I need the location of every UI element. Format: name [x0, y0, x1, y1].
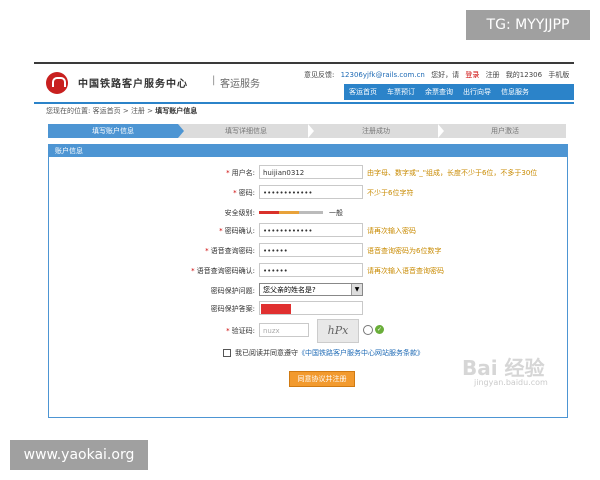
panel-title: 账户信息 — [49, 145, 567, 157]
breadcrumb-current: 填写账户信息 — [155, 107, 198, 115]
row-query-password: * 语音查询密码: •••••• 语音查询密码为6位数字 — [49, 243, 567, 259]
captcha-input[interactable]: nuzx — [259, 323, 309, 337]
query-password-label: * 语音查询密码: — [205, 247, 255, 255]
agree-checkbox[interactable] — [223, 349, 231, 357]
top-divider — [34, 62, 574, 64]
nav-item-booking[interactable]: 车票预订 — [382, 84, 420, 100]
row-captcha: * 验证码: nuzx hPx ✓ — [49, 319, 567, 343]
mobile-link[interactable]: 手机版 — [548, 71, 569, 79]
step-detail-info: 填写详细信息 — [225, 127, 267, 135]
refresh-icon[interactable] — [363, 325, 373, 335]
agree-terms[interactable]: 我已阅读并同意遵守《中国铁路客户服务中心网站服务条款》 — [223, 348, 424, 358]
security-label: 安全级别: — [224, 209, 255, 217]
row-security: 安全级别: 一般 — [49, 205, 567, 221]
question-label: 密码保护问题: — [210, 287, 255, 295]
redacted-block — [261, 304, 291, 314]
my12306-link[interactable]: 我的12306 — [506, 71, 542, 79]
check-icon: ✓ — [375, 325, 384, 334]
password-label: * 密码: — [233, 189, 255, 197]
nav-underline — [34, 102, 574, 104]
watermark-site: www.yaokai.org — [10, 440, 148, 470]
row-password: * 密码: •••••••••••• 不少于6位字符 — [49, 185, 567, 201]
password-confirm-label: * 密码确认: — [219, 227, 255, 235]
query-password-confirm-label: * 语音查询密码确认: — [191, 267, 255, 275]
username-input[interactable]: huijian0312 — [259, 165, 363, 179]
nav-item-home[interactable]: 客运首页 — [344, 84, 382, 100]
breadcrumb-home[interactable]: 客运首页 — [93, 107, 121, 115]
feedback-label: 意见反馈: — [304, 71, 335, 79]
password-input[interactable]: •••••••••••• — [259, 185, 363, 199]
password-hint: 不少于6位字符 — [367, 189, 414, 197]
watermark-tg: TG: MYYJJPP — [466, 10, 590, 40]
row-answer: 密码保护答案: — [49, 301, 567, 317]
username-label: * 用户名: — [226, 169, 255, 177]
chevron-down-icon[interactable]: ▼ — [351, 284, 362, 295]
agree-register-button[interactable]: 同意协议并注册 — [289, 371, 355, 387]
query-password-confirm-hint: 请再次输入语音查询密码 — [367, 267, 444, 275]
row-username: * 用户名: huijian0312 由字母、数字或"_"组成，长度不少于6位，不… — [49, 165, 567, 181]
login-link[interactable]: 登录 — [465, 71, 479, 79]
breadcrumb-prefix: 您现在的位置: — [46, 107, 91, 115]
greeting-text: 您好，请 — [431, 71, 460, 79]
main-nav: 客运首页 车票预订 余票查询 出行向导 信息服务 — [344, 84, 574, 100]
row-question: 密码保护问题: 您父亲的姓名是? ▼ — [49, 283, 567, 299]
logo-title: 中国铁路客户服务中心 — [78, 79, 188, 90]
question-value: 您父亲的姓名是? — [263, 286, 316, 294]
top-links: 意见反馈: 12306yjfk@rails.com.cn 您好，请 登录 注册 … — [304, 70, 573, 80]
password-confirm-hint: 请再次输入密码 — [367, 227, 416, 235]
step-activate: 用户激活 — [491, 127, 519, 135]
register-link[interactable]: 注册 — [486, 71, 500, 79]
query-password-confirm-input[interactable]: •••••• — [259, 263, 363, 277]
logo-separator: | — [212, 75, 216, 86]
breadcrumb-register[interactable]: 注册 — [131, 107, 145, 115]
captcha-label: * 验证码: — [226, 327, 255, 335]
breadcrumb: 您现在的位置: 客运首页 > 注册 > 填写账户信息 — [46, 106, 197, 116]
query-password-hint: 语音查询密码为6位数字 — [367, 247, 442, 255]
row-query-password-confirm: * 语音查询密码确认: •••••• 请再次输入语音查询密码 — [49, 263, 567, 279]
logo-subtitle: 客运服务 — [220, 79, 260, 90]
captcha-image[interactable]: hPx — [317, 319, 359, 343]
baidu-watermark: Bai 经验 — [462, 356, 545, 380]
nav-item-guide[interactable]: 出行向导 — [458, 84, 496, 100]
progress-steps: 填写账户信息 填写详细信息 注册成功 用户激活 — [48, 124, 566, 138]
strength-meter — [259, 211, 323, 214]
row-password-confirm: * 密码确认: •••••••••••• 请再次输入密码 — [49, 223, 567, 239]
feedback-email-link[interactable]: 12306yjfk@rails.com.cn — [341, 71, 425, 79]
baidu-watermark-url: jingyan.baidu.com — [474, 378, 548, 387]
terms-link[interactable]: 《中国铁路客户服务中心网站服务条款》 — [298, 349, 424, 357]
password-confirm-input[interactable]: •••••••••••• — [259, 223, 363, 237]
query-password-input[interactable]: •••••• — [259, 243, 363, 257]
answer-label: 密码保护答案: — [210, 305, 255, 313]
agree-text: 我已阅读并同意遵守 — [235, 349, 298, 357]
nav-item-tickets[interactable]: 余票查询 — [420, 84, 458, 100]
question-select[interactable]: 您父亲的姓名是? ▼ — [259, 283, 363, 296]
strength-level: 一般 — [329, 209, 343, 217]
step-success: 注册成功 — [362, 127, 390, 135]
nav-item-info[interactable]: 信息服务 — [496, 84, 534, 100]
site-header: 中国铁路客户服务中心 | 客运服务 意见反馈: 12306yjfk@rails.… — [34, 66, 574, 102]
username-hint: 由字母、数字或"_"组成，长度不少于6位，不多于30位 — [367, 169, 538, 177]
breadcrumb-sep: > — [122, 107, 129, 115]
breadcrumb-sep: > — [147, 107, 154, 115]
step-account-info: 填写账户信息 — [48, 124, 178, 138]
railway-logo-icon — [46, 72, 68, 94]
answer-input[interactable] — [259, 301, 363, 315]
